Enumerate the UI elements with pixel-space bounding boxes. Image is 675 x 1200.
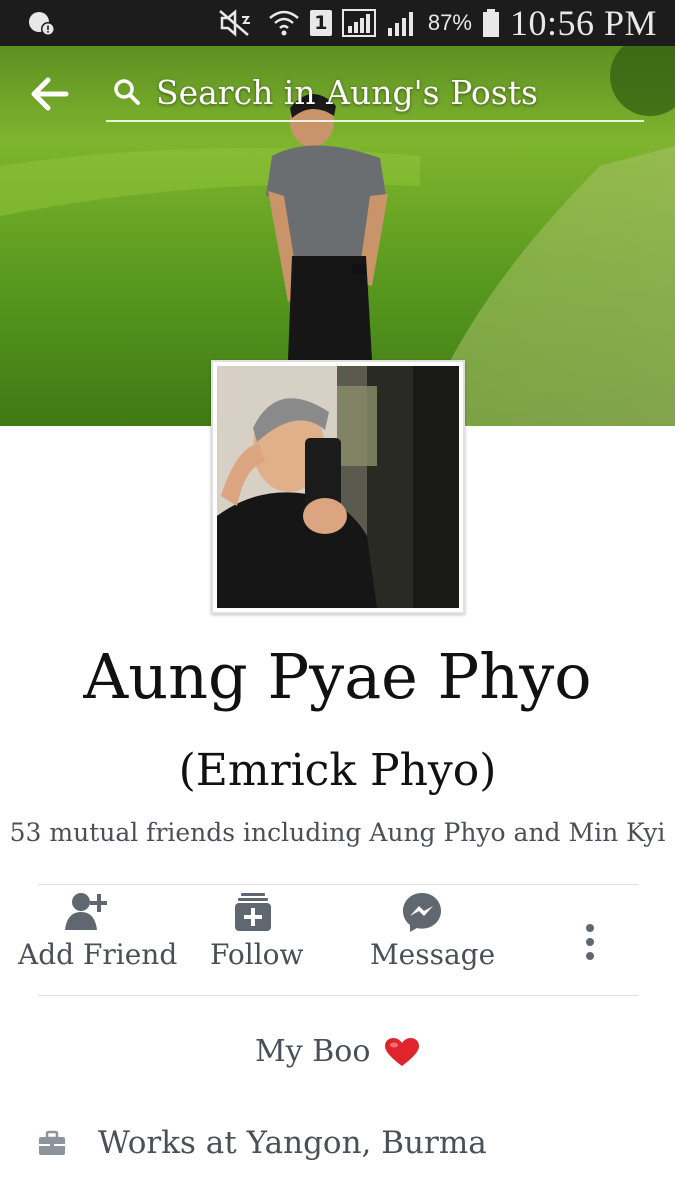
bio-text: My Boo (255, 1034, 371, 1069)
profile-picture-image (217, 366, 459, 608)
message-label: Message (370, 938, 496, 971)
wifi-icon (269, 10, 299, 36)
divider (38, 884, 638, 885)
follow-icon (235, 893, 271, 931)
status-bar: 1 87% 10:56 PM (0, 0, 675, 46)
mutual-friends-link[interactable]: 53 mutual friends including Aung Phyo an… (0, 818, 675, 847)
more-options-button[interactable] (572, 920, 608, 964)
back-button[interactable] (28, 74, 72, 114)
messenger-icon (403, 893, 441, 932)
profile-name: Aung Pyae Phyo (83, 640, 592, 713)
add-friend-label: Add Friend (18, 938, 178, 971)
follow-button[interactable]: Follow (210, 890, 304, 971)
heart-icon (384, 1038, 419, 1066)
work-info: Works at Yangon, Burma (38, 1118, 638, 1168)
profile-actions: Add Friend Follow Message (0, 890, 675, 990)
search-input[interactable]: Search in Aung's Posts (106, 64, 644, 122)
search-placeholder: Search in Aung's Posts (156, 72, 538, 112)
profile-alternate-name: (Emrick Phyo) (178, 745, 497, 796)
search-icon (114, 79, 140, 105)
battery-percent: 87% (427, 10, 472, 35)
signal-icon-2 (387, 12, 413, 36)
work-text: Works at Yangon, Burma (98, 1125, 487, 1161)
profile-bio: My Boo (0, 1034, 675, 1069)
battery-icon (482, 9, 499, 37)
clock: 10:56 PM (509, 3, 657, 43)
briefcase-icon (39, 1130, 65, 1155)
divider (38, 995, 638, 996)
arrow-left-icon (31, 77, 69, 111)
sim-icon: 1 (309, 10, 332, 36)
signal-icon (341, 9, 376, 37)
more-vertical-icon (586, 924, 594, 960)
follow-label: Follow (210, 938, 304, 971)
profile-picture[interactable] (211, 360, 465, 614)
add-friend-icon (65, 893, 107, 930)
notification-icon (29, 12, 55, 36)
mute-icon (219, 9, 250, 37)
message-button[interactable]: Message (370, 890, 496, 971)
add-friend-button[interactable]: Add Friend (18, 890, 178, 971)
